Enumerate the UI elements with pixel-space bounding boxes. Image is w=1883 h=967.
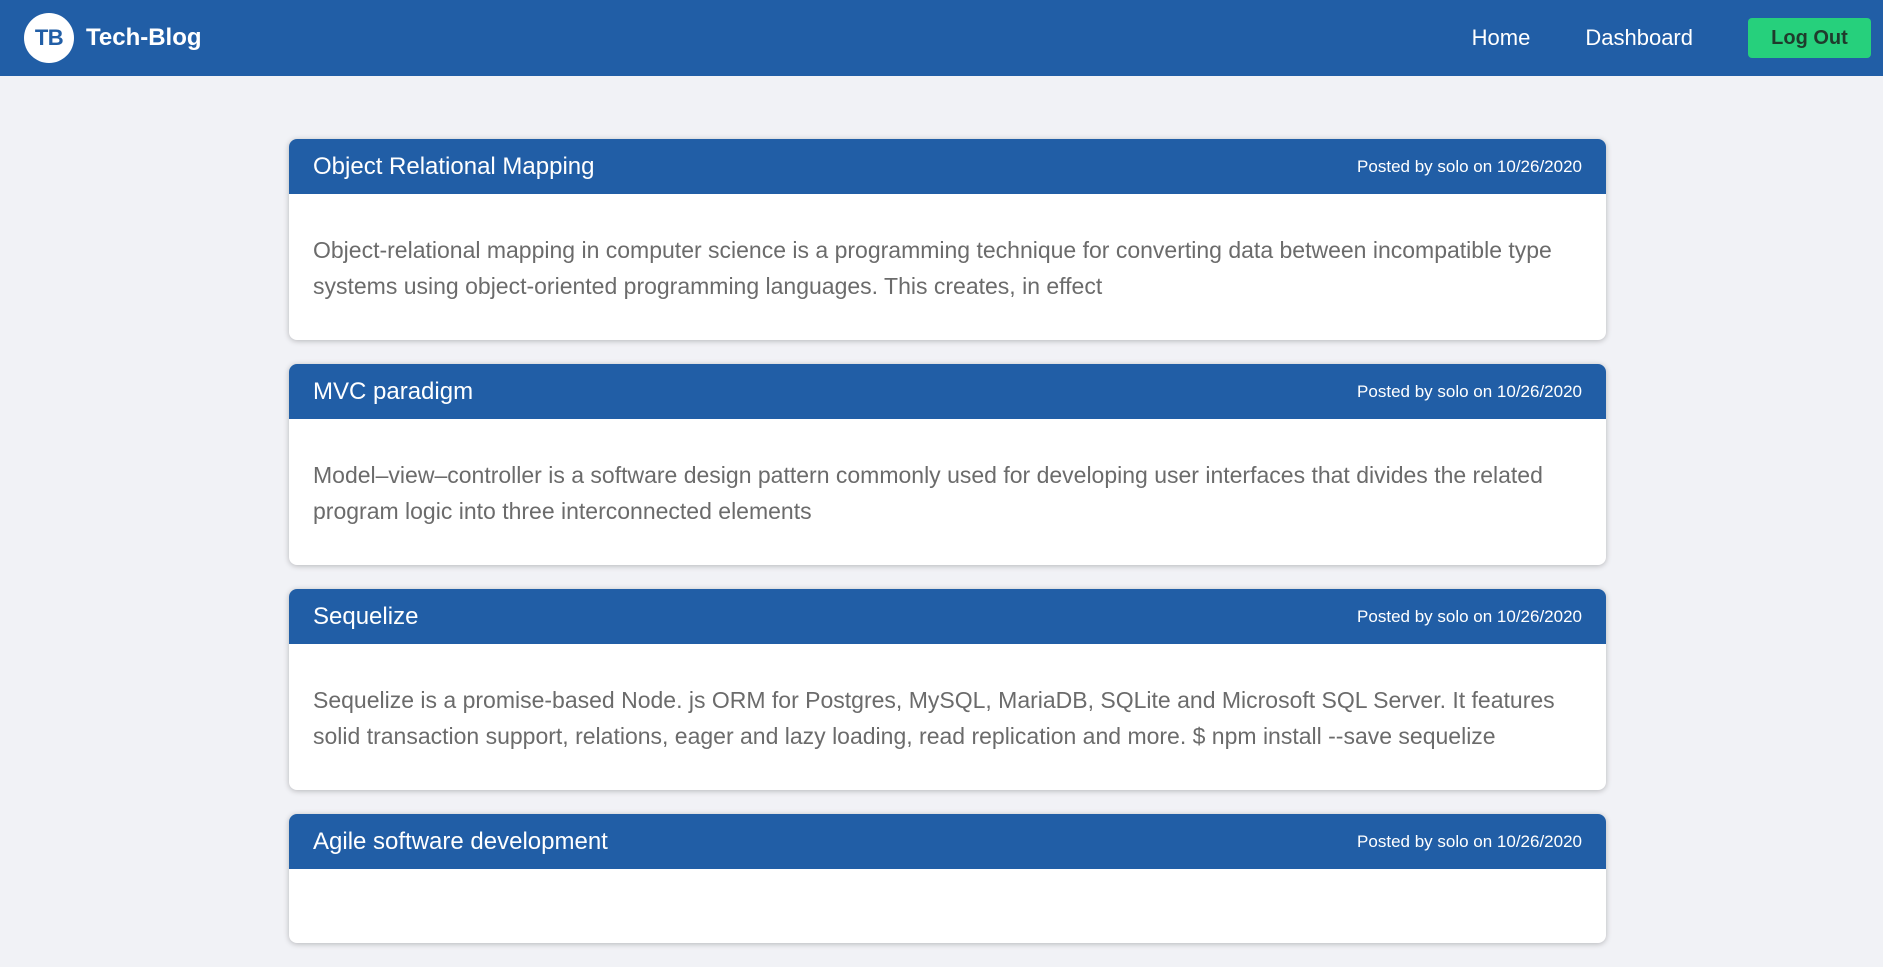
post-list: Object Relational Mapping Posted by solo… <box>289 139 1606 967</box>
nav-home-link[interactable]: Home <box>1472 25 1531 51</box>
brand-name: Tech-Blog <box>86 24 202 51</box>
post-body: Model–view–controller is a software desi… <box>313 462 1543 524</box>
post-title[interactable]: MVC paradigm <box>313 378 473 406</box>
logout-button[interactable]: Log Out <box>1748 18 1871 58</box>
post-title[interactable]: Sequelize <box>313 603 418 631</box>
post-meta: Posted by solo on 10/26/2020 <box>1357 381 1582 401</box>
post-title[interactable]: Object Relational Mapping <box>313 153 595 181</box>
navbar: TB Tech-Blog Home Dashboard Log Out <box>0 0 1883 76</box>
post-body: Sequelize is a promise-based Node. js OR… <box>313 687 1555 749</box>
post-card[interactable]: Sequelize Posted by solo on 10/26/2020 S… <box>289 589 1606 790</box>
post-header: Agile software development Posted by sol… <box>289 814 1606 869</box>
logo-icon: TB <box>24 13 74 63</box>
post-card[interactable]: MVC paradigm Posted by solo on 10/26/202… <box>289 364 1606 565</box>
nav-links: Home Dashboard Log Out <box>1472 0 1883 76</box>
post-card[interactable]: Agile software development Posted by sol… <box>289 814 1606 943</box>
post-title[interactable]: Agile software development <box>313 828 608 856</box>
post-header: Sequelize Posted by solo on 10/26/2020 <box>289 589 1606 644</box>
post-header: Object Relational Mapping Posted by solo… <box>289 139 1606 194</box>
post-meta: Posted by solo on 10/26/2020 <box>1357 606 1582 626</box>
brand-link[interactable]: TB Tech-Blog <box>24 13 202 63</box>
post-meta: Posted by solo on 10/26/2020 <box>1357 831 1582 851</box>
post-card[interactable]: Object Relational Mapping Posted by solo… <box>289 139 1606 340</box>
nav-dashboard-link[interactable]: Dashboard <box>1585 25 1693 51</box>
post-body <box>289 869 1606 943</box>
post-header: MVC paradigm Posted by solo on 10/26/202… <box>289 364 1606 419</box>
post-body: Object-relational mapping in computer sc… <box>313 237 1552 299</box>
post-meta: Posted by solo on 10/26/2020 <box>1357 156 1582 176</box>
